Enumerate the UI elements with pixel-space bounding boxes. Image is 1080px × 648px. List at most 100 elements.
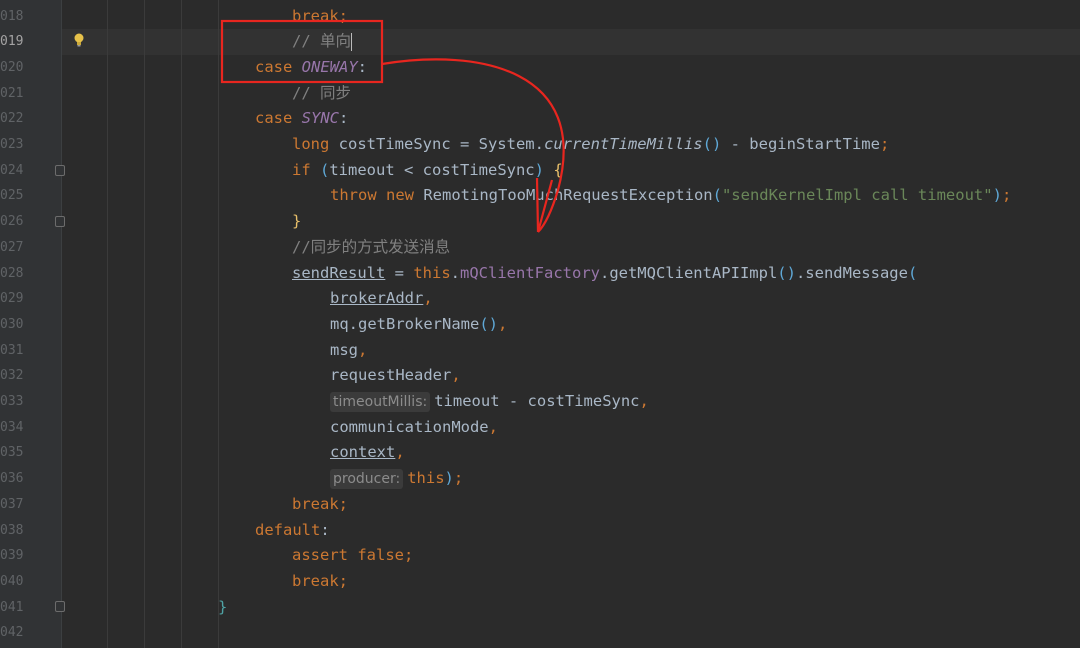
code-token: :: [339, 109, 349, 128]
code-line[interactable]: 032 requestHeader,: [0, 363, 1080, 389]
code-line[interactable]: 022 case SYNC:: [0, 106, 1080, 132]
code-token: .getMQClientAPIImpl: [599, 263, 778, 282]
code-text[interactable]: brokerAddr,: [330, 286, 433, 312]
code-text[interactable]: break;: [292, 569, 348, 595]
line-number: 033: [0, 394, 24, 409]
code-line[interactable]: 021 // 同步: [0, 81, 1080, 107]
code-line[interactable]: 038 default:: [0, 518, 1080, 544]
line-number: 037: [0, 496, 24, 512]
line-number: 040: [0, 573, 24, 589]
code-line[interactable]: 029 brokerAddr,: [0, 286, 1080, 312]
code-token: (: [320, 160, 330, 179]
code-line[interactable]: 026}: [0, 209, 1080, 235]
code-token: mq.getBrokerName: [330, 314, 480, 333]
code-text[interactable]: // 同步: [292, 81, 351, 107]
line-number: 032: [0, 368, 24, 384]
code-token: // 单向: [292, 32, 351, 51]
code-text[interactable]: case ONEWAY:: [255, 55, 367, 81]
code-line[interactable]: 036 producer: this);: [0, 466, 1080, 492]
line-number: 035: [0, 445, 24, 461]
code-token: ;: [403, 546, 414, 565]
line-number: 019: [0, 34, 24, 50]
code-line[interactable]: 023 long costTimeSync = System.currentTim…: [0, 132, 1080, 158]
code-text[interactable]: long costTimeSync = System.currentTimeMi…: [292, 132, 889, 158]
code-token: ,: [358, 340, 368, 359]
line-number: 031: [0, 342, 24, 358]
code-token: ,: [395, 443, 405, 462]
line-number: 027: [0, 239, 24, 255]
code-text[interactable]: }: [218, 595, 227, 621]
code-token: :: [320, 520, 330, 539]
code-token: ): [534, 160, 544, 179]
code-token: =: [385, 263, 414, 282]
code-token: // 同步: [292, 83, 351, 102]
code-text[interactable]: producer: this);: [330, 466, 463, 492]
code-line[interactable]: 027 //同步的方式发送消息: [0, 235, 1080, 261]
code-line[interactable]: 025 throw new RemotingTooMuchRequestExcep…: [0, 183, 1080, 209]
code-line[interactable]: 030 mq.getBrokerName(),: [0, 312, 1080, 338]
code-line[interactable]: 035 context,: [0, 440, 1080, 466]
code-token: (: [712, 186, 722, 205]
code-line[interactable]: 033 timeoutMillis: timeout - costTimeSync,: [0, 389, 1080, 415]
code-line[interactable]: 040 break;: [0, 569, 1080, 595]
code-token: mQClientFactory: [460, 263, 600, 282]
code-token: ,: [497, 314, 508, 333]
code-text[interactable]: context,: [330, 440, 405, 466]
code-token: sendResult: [292, 263, 386, 282]
code-line[interactable]: 037 break;: [0, 492, 1080, 518]
code-token: default: [255, 520, 321, 539]
code-token: SYNC: [301, 109, 339, 128]
code-text[interactable]: timeoutMillis: timeout - costTimeSync,: [330, 389, 649, 415]
code-token: assert false: [292, 546, 404, 565]
code-token: ;: [338, 6, 349, 25]
line-number: 026: [0, 214, 24, 230]
code-line[interactable]: 042: [0, 620, 1080, 646]
code-line[interactable]: 031 msg,: [0, 338, 1080, 364]
code-token: {: [544, 160, 563, 179]
code-token: currentTimeMillis: [543, 135, 703, 153]
code-line[interactable]: 041}: [0, 595, 1080, 621]
code-line[interactable]: 019 // 单向: [0, 29, 1080, 55]
line-number: 041: [0, 599, 24, 615]
code-text[interactable]: requestHeader,: [330, 363, 461, 389]
code-editor[interactable]: 018 break; 019 // 单向 020 case ONEWAY: 021 // 同步…: [0, 0, 1080, 648]
code-text[interactable]: assert false;: [292, 543, 413, 569]
code-line[interactable]: 034 communicationMode,: [0, 415, 1080, 441]
code-token: case: [255, 57, 302, 76]
code-text[interactable]: // 单向: [292, 29, 352, 55]
code-text[interactable]: if (timeout < costTimeSync) {: [292, 158, 563, 184]
code-line[interactable]: 039 assert false;: [0, 543, 1080, 569]
code-token: throw new: [330, 186, 424, 205]
line-number: 036: [0, 471, 24, 487]
code-text[interactable]: mq.getBrokerName(),: [330, 312, 507, 338]
code-line[interactable]: 020 case ONEWAY:: [0, 55, 1080, 81]
code-line[interactable]: 028 sendResult = this.mQClientFactory.get…: [0, 261, 1080, 287]
code-token: .sendMessage: [795, 263, 908, 282]
code-line[interactable]: 018 break;: [0, 4, 1080, 30]
code-token: msg: [330, 340, 358, 359]
code-text[interactable]: sendResult = this.mQClientFactory.getMQC…: [292, 261, 917, 287]
code-text[interactable]: }: [292, 209, 301, 235]
code-token: break: [292, 571, 339, 590]
code-text[interactable]: throw new RemotingTooMuchRequestExceptio…: [330, 183, 1011, 209]
code-token: :: [357, 57, 368, 76]
code-token: ;: [338, 571, 349, 590]
code-token: }: [292, 212, 302, 231]
code-token: costTimeSync = System.: [338, 135, 544, 153]
code-token: .: [450, 263, 460, 282]
code-text[interactable]: break;: [292, 4, 348, 30]
code-text[interactable]: //同步的方式发送消息: [292, 235, 450, 261]
code-text[interactable]: case SYNC:: [255, 106, 348, 132]
line-number: 021: [0, 85, 24, 101]
code-token: if: [292, 160, 320, 179]
code-token: break: [292, 6, 339, 25]
code-text[interactable]: break;: [292, 492, 348, 518]
code-token: ;: [338, 494, 349, 513]
code-text[interactable]: communicationMode,: [330, 415, 498, 441]
line-number: 042: [0, 625, 24, 641]
code-text[interactable]: default:: [255, 518, 330, 544]
code-token: ;: [453, 469, 464, 488]
code-token: ,: [423, 289, 433, 308]
code-line[interactable]: 024 if (timeout < costTimeSync) {: [0, 158, 1080, 184]
code-text[interactable]: msg,: [330, 338, 367, 364]
